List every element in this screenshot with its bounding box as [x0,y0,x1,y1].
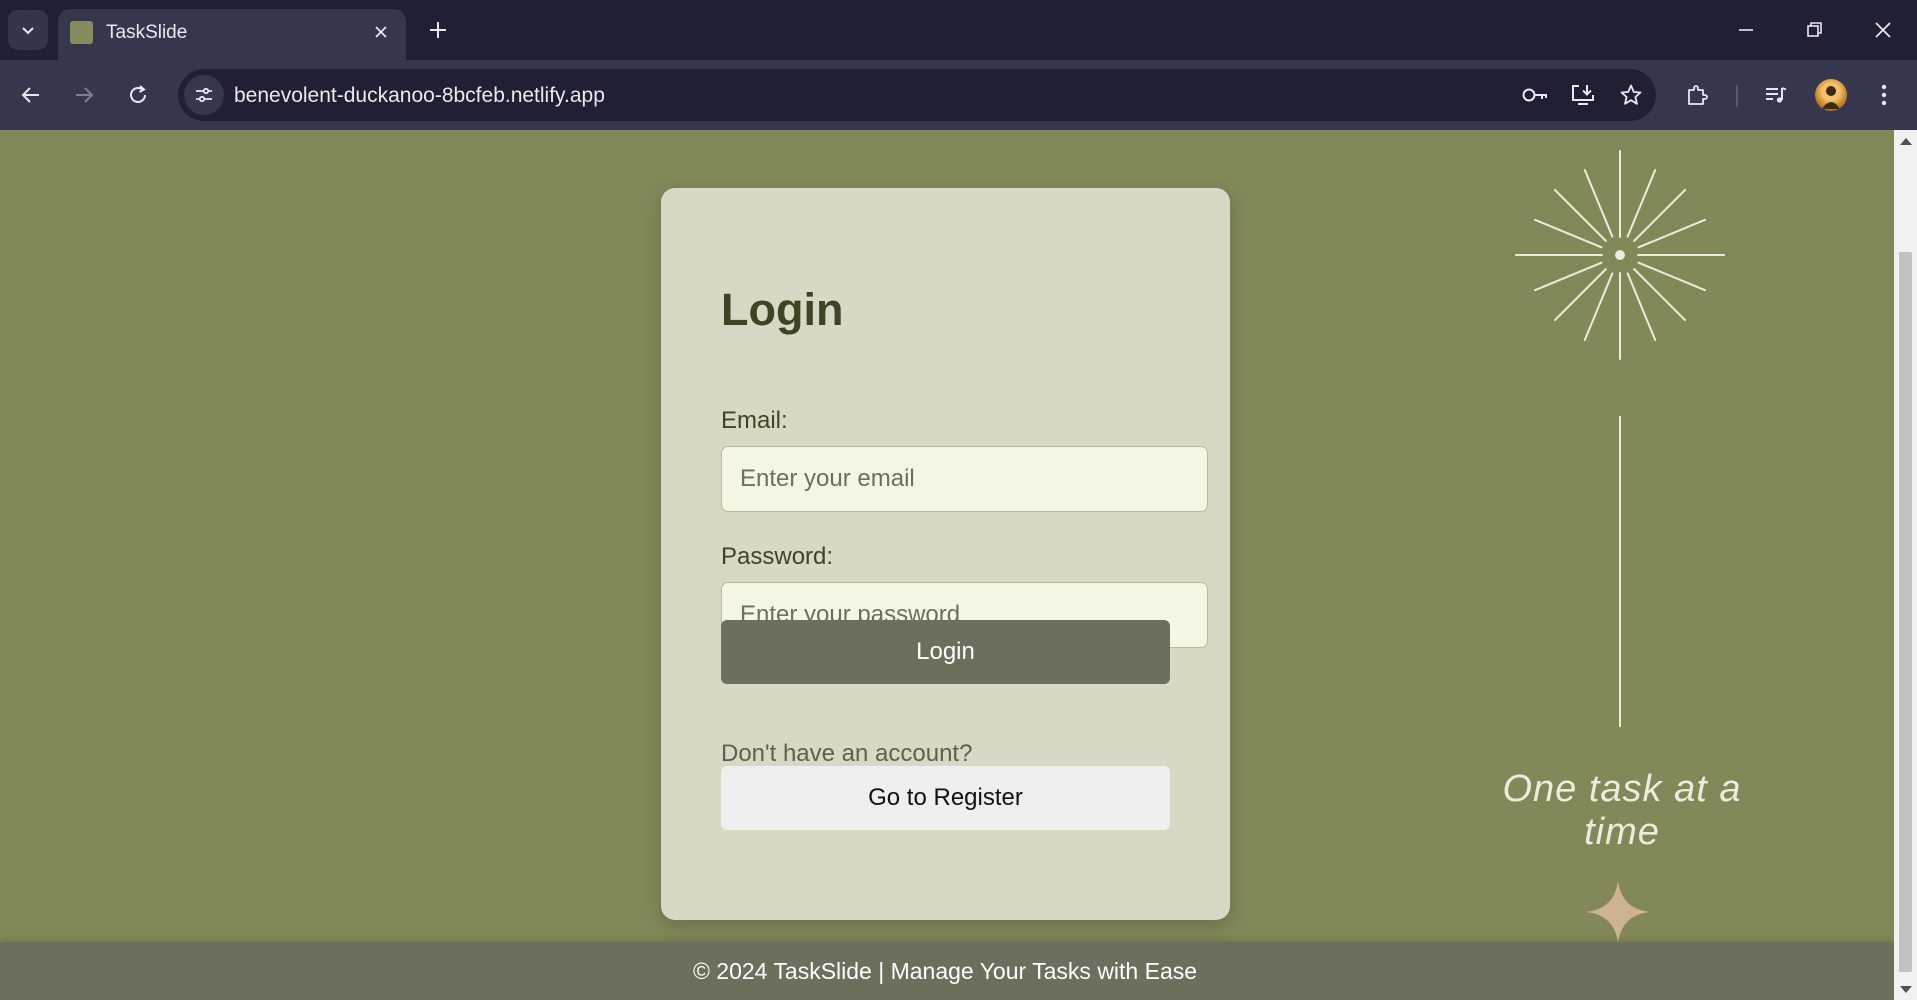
minimize-icon [1739,29,1753,31]
starburst-ray [1553,268,1607,322]
restore-button[interactable] [1789,10,1839,50]
tab-close-button[interactable] [368,19,394,45]
favicon-icon [70,21,93,44]
star-icon [1620,84,1642,105]
back-button[interactable] [13,77,49,113]
browser-tabstrip: TaskSlide [0,0,1917,60]
starburst-ray [1637,218,1706,249]
scroll-down-arrow-icon[interactable] [1900,986,1912,993]
arrow-right-icon [76,87,94,103]
address-bar[interactable]: benevolent-duckanoo-8bcfeb.netlify.app [178,69,1656,121]
reload-icon [130,85,146,103]
arrow-left-icon [21,87,39,103]
install-icon [1572,85,1594,105]
starburst-ray [1534,218,1603,249]
browser-tab[interactable]: TaskSlide [58,9,406,60]
key-icon [1522,88,1547,102]
password-manager-button[interactable] [1518,78,1552,112]
email-label: Email: [721,407,788,434]
puzzle-icon [1688,85,1708,105]
go-to-register-button[interactable]: Go to Register [721,766,1170,830]
profile-avatar[interactable] [1815,79,1847,111]
chevron-down-icon [22,27,34,35]
email-field[interactable] [721,446,1208,512]
page-scrollbar[interactable] [1894,130,1917,1000]
tab-title: TaskSlide [106,22,188,43]
scroll-thumb[interactable] [1899,252,1912,972]
starburst-ray [1633,268,1687,322]
starburst-ray [1583,169,1614,238]
site-info-button[interactable] [184,75,224,115]
login-button[interactable]: Login [721,620,1170,684]
tab-list-button[interactable] [8,10,48,50]
page-viewport: Login Email: Password: Login Don't have … [0,130,1917,1000]
install-app-button[interactable] [1566,78,1600,112]
login-title: Login [721,284,844,335]
browser-toolbar: benevolent-duckanoo-8bcfeb.netlify.app [0,60,1917,130]
media-controls-button[interactable] [1758,77,1794,113]
close-window-button[interactable] [1858,10,1908,50]
new-tab-button[interactable] [420,12,456,48]
browser-menu-button[interactable] [1866,77,1902,113]
footer-text: © 2024 TaskSlide | Manage Your Tasks wit… [692,958,1198,984]
page-footer: © 2024 TaskSlide | Manage Your Tasks wit… [0,942,1894,1000]
kebab-menu-icon [1881,84,1887,106]
scroll-up-arrow-icon[interactable] [1900,138,1912,145]
music-queue-icon [1766,87,1787,103]
avatar-icon [1822,86,1840,109]
starburst-icon [1515,150,1725,727]
starburst-ray [1626,169,1657,238]
password-label: Password: [721,543,834,570]
plus-icon [430,22,446,38]
extensions-button[interactable] [1679,77,1715,113]
starburst-ray [1637,261,1706,292]
minimize-button[interactable] [1721,10,1771,50]
tune-icon [196,87,212,103]
restore-icon [1807,22,1822,37]
tagline-text: One task at a time [1502,768,1742,853]
close-icon [375,26,387,38]
url-text[interactable]: benevolent-duckanoo-8bcfeb.netlify.app [234,84,605,108]
forward-button[interactable] [66,77,102,113]
starburst-ray [1583,272,1614,341]
starburst-ray [1534,261,1603,292]
bookmark-button[interactable] [1614,78,1648,112]
login-card: Login Email: Password: Login Don't have … [661,188,1230,920]
reload-button[interactable] [120,77,156,113]
close-icon [1875,22,1891,38]
sparkle-icon [1586,880,1650,944]
no-account-text: Don't have an account? [721,740,973,767]
starburst-ray [1626,272,1657,341]
starburst-ray [1553,188,1607,242]
toolbar-divider [1736,85,1738,107]
starburst-ray [1633,188,1687,242]
